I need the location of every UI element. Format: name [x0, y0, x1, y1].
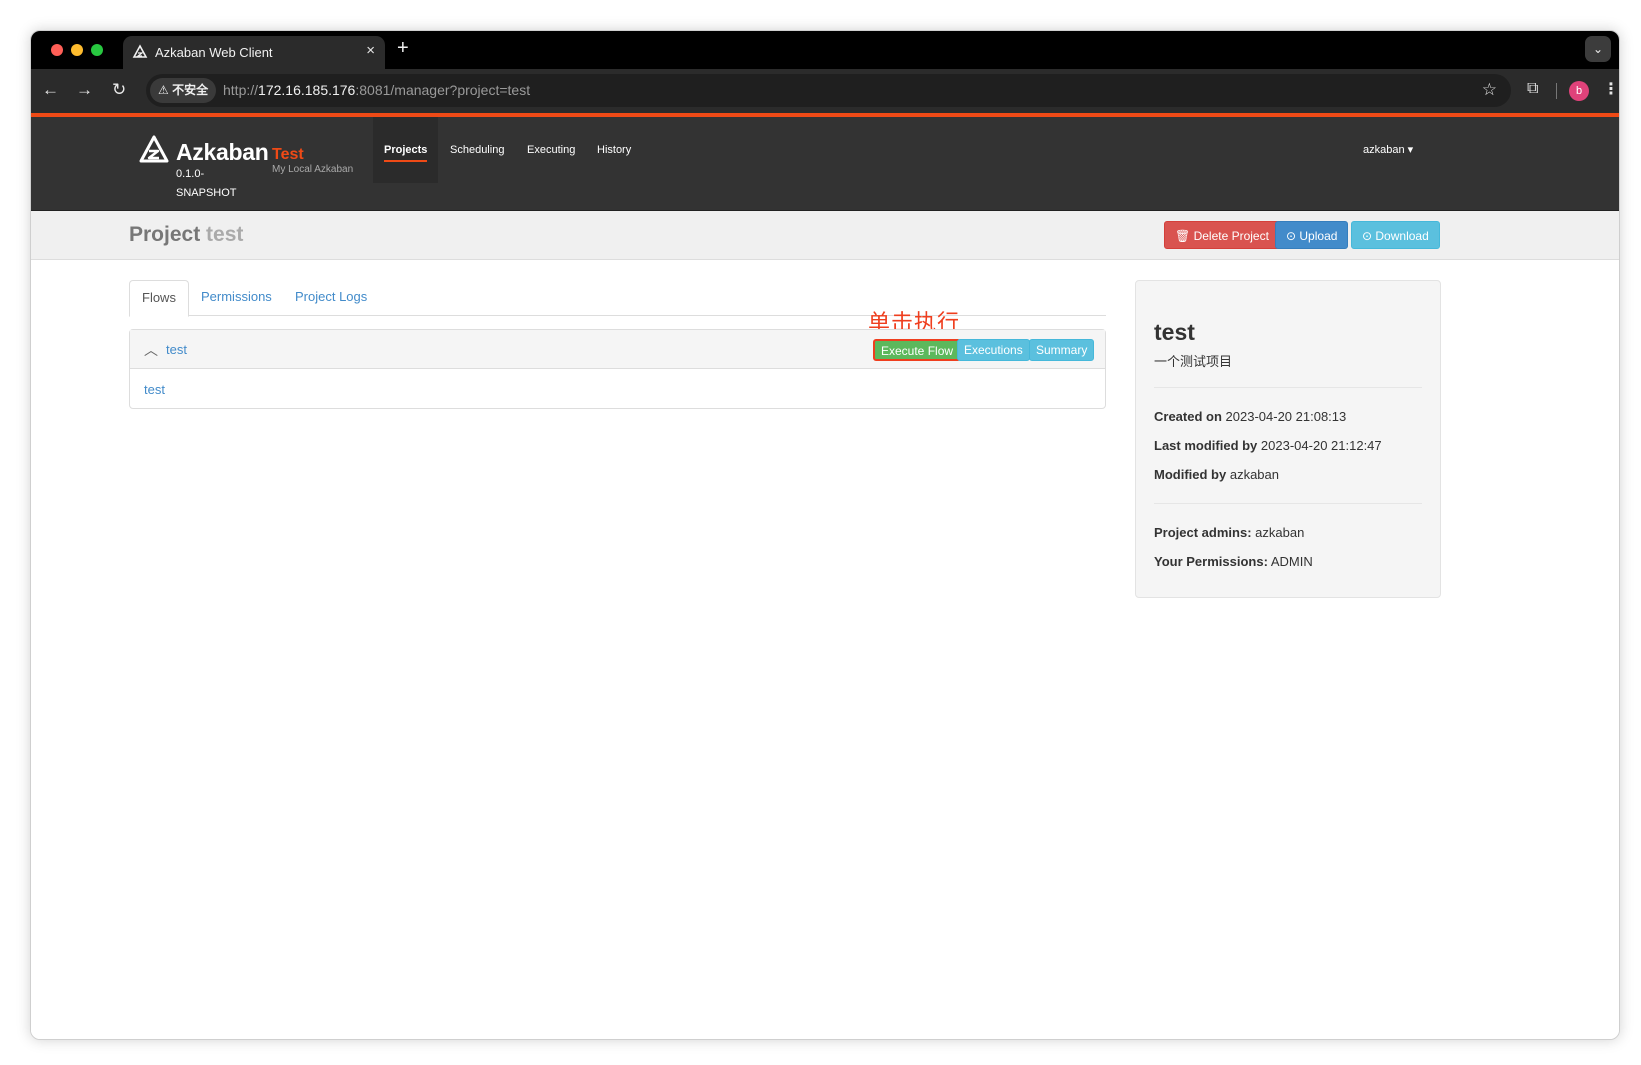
nav-executing[interactable]: Executing — [516, 117, 586, 183]
browser-tab[interactable]: Azkaban Web Client × — [123, 36, 385, 69]
page-content: Azkaban 0.1.0-SNAPSHOT Test My Local Azk… — [31, 113, 1619, 1039]
url-text[interactable]: http://172.16.185.176:8081/manager?proje… — [223, 82, 530, 98]
tab-close-icon[interactable]: × — [366, 42, 375, 59]
summary-button[interactable]: Summary — [1029, 339, 1095, 361]
nav-scheduling[interactable]: Scheduling — [439, 117, 515, 183]
browser-toolbar: ← → ↻ ⚠ 不安全 http://172.16.185.176:8081/m… — [31, 69, 1619, 113]
project-admins: Project admins: azkaban — [1154, 525, 1305, 540]
modified-by: Modified by azkaban — [1154, 467, 1279, 482]
flow-panel: ︿ test Execute Flow Executions Summary t… — [129, 329, 1106, 409]
profile-avatar[interactable]: b — [1569, 81, 1589, 101]
brand-name[interactable]: Azkaban — [176, 139, 269, 166]
details-title: test — [1154, 319, 1195, 345]
azkaban-logo-icon[interactable] — [138, 134, 170, 166]
created-on: Created on 2023-04-20 21:08:13 — [1154, 409, 1347, 424]
download-button[interactable]: ⊙ Download — [1351, 221, 1440, 249]
divider — [1154, 503, 1422, 504]
project-details-panel: test 一个测试项目 Created on 2023-04-20 21:08:… — [1135, 280, 1441, 598]
browser-menu-icon[interactable]: ⋮ — [1603, 79, 1619, 99]
your-permissions: Your Permissions: ADMIN — [1154, 554, 1313, 569]
environment-description: My Local Azkaban — [272, 164, 354, 175]
tab-project-logs[interactable]: Project Logs — [283, 280, 379, 316]
project-header: Project test 🗑 Delete Project ⊙ Upload ⊙… — [31, 211, 1619, 260]
last-modified: Last modified by 2023-04-20 21:12:47 — [1154, 438, 1382, 453]
address-bar[interactable]: ⚠ 不安全 http://172.16.185.176:8081/manager… — [146, 74, 1511, 107]
tab-flows[interactable]: Flows — [129, 280, 189, 317]
reload-icon[interactable]: ↻ — [112, 81, 126, 99]
flow-header: ︿ test Execute Flow Executions Summary — [130, 330, 1105, 369]
bookmark-star-icon[interactable]: ☆ — [1482, 80, 1497, 100]
azkaban-favicon-icon — [132, 44, 148, 58]
upload-button[interactable]: ⊙ Upload — [1275, 221, 1349, 249]
user-menu[interactable]: azkaban ▾ — [1363, 143, 1413, 156]
extensions-icon[interactable]: ⧉ — [1527, 80, 1538, 98]
back-icon[interactable]: ← — [42, 81, 59, 99]
project-name: test — [206, 223, 244, 246]
delete-project-button[interactable]: 🗑 Delete Project — [1164, 221, 1280, 249]
minimize-window-button[interactable] — [71, 44, 83, 56]
brand-version: 0.1.0-SNAPSHOT — [176, 168, 237, 199]
forward-icon[interactable]: → — [76, 81, 93, 99]
maximize-window-button[interactable] — [91, 44, 103, 56]
azkaban-navbar: Azkaban 0.1.0-SNAPSHOT Test My Local Azk… — [31, 117, 1619, 211]
security-indicator[interactable]: ⚠ 不安全 — [150, 78, 217, 103]
chevron-up-icon[interactable]: ︿ — [144, 340, 158, 360]
tab-permissions[interactable]: Permissions — [189, 280, 284, 316]
executions-button[interactable]: Executions — [957, 339, 1030, 361]
divider — [1154, 387, 1422, 388]
tab-title: Azkaban Web Client — [155, 45, 273, 60]
tab-search-button[interactable]: ⌄ — [1585, 36, 1611, 62]
nav-projects[interactable]: Projects — [373, 117, 439, 183]
execute-flow-button[interactable]: Execute Flow — [873, 339, 962, 361]
browser-tabstrip: Azkaban Web Client × + ⌄ — [31, 31, 1619, 69]
flow-name-link[interactable]: test — [166, 342, 187, 357]
toolbar-divider — [1556, 83, 1557, 99]
new-tab-button[interactable]: + — [397, 38, 409, 58]
nav-history[interactable]: History — [586, 117, 642, 183]
browser-window: Azkaban Web Client × + ⌄ ← → ↻ ⚠ 不安全 htt… — [30, 30, 1620, 1040]
job-link[interactable]: test — [144, 382, 165, 397]
details-description: 一个测试项目 — [1154, 354, 1233, 369]
environment-name: Test — [272, 146, 304, 163]
page-title: Project test — [129, 223, 244, 246]
close-window-button[interactable] — [51, 44, 63, 56]
